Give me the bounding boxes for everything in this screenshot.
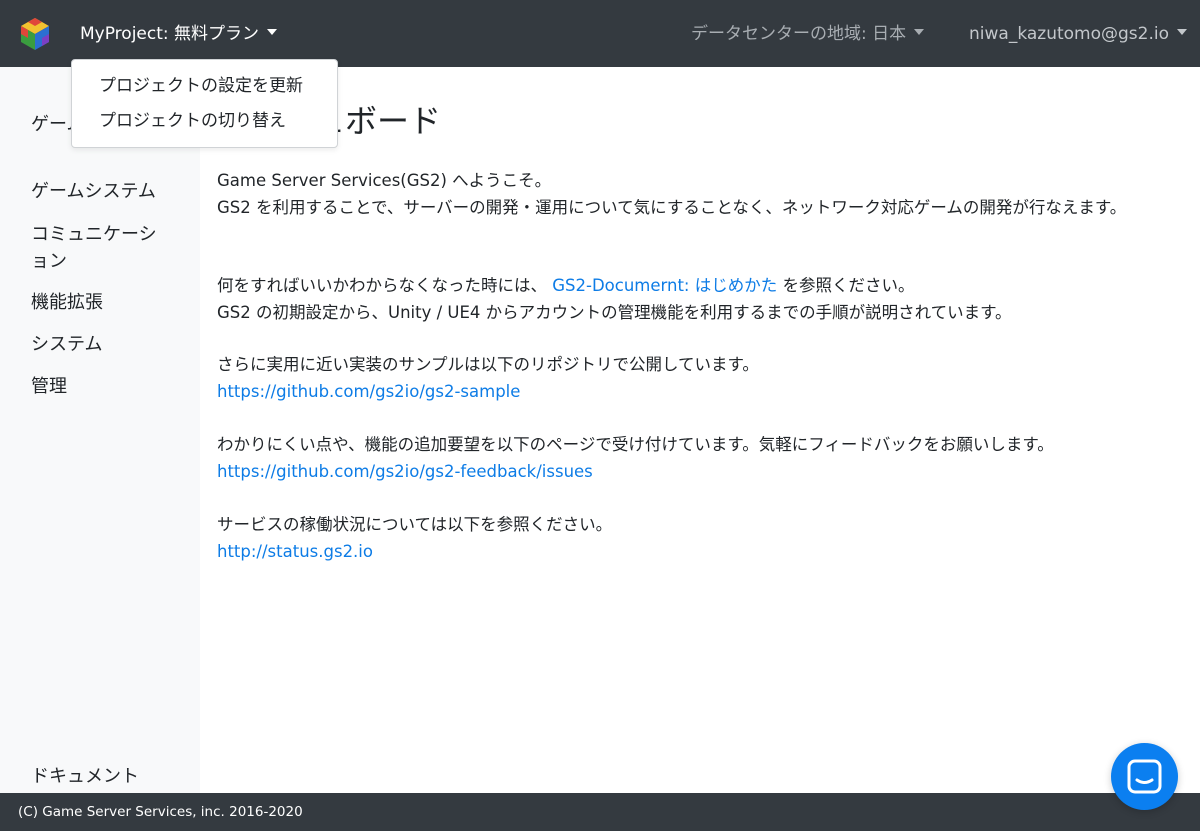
feedback-paragraph: わかりにくい点や、機能の追加要望を以下のページで受け付けています。気軽にフィード… [217,432,1167,485]
sample-paragraph: さらに実用に近い実装のサンプルは以下のリポジトリで公開しています。 https:… [217,352,1167,405]
docs-line-2: GS2 の初期設定から、Unity / UE4 からアカウントの管理機能を利用す… [217,302,1012,322]
status-paragraph: サービスの稼働状況については以下を参照ください。 http://status.g… [217,512,1167,565]
intro-line-2: GS2 を利用することで、サーバーの開発・運用について気にすることなく、ネットワ… [217,197,1127,217]
chevron-down-icon [914,29,925,35]
intro-paragraph: Game Server Services(GS2) へようこそ。 GS2 を利用… [217,168,1167,221]
sidebar-item-documents[interactable]: ドキュメント [31,763,171,790]
sample-repo-link[interactable]: https://github.com/gs2io/gs2-sample [217,382,520,401]
project-dropdown-button[interactable]: MyProject: 無料プラン [80,21,278,47]
top-navbar: MyProject: 無料プラン データセンターの地域: 日本 niwa_kaz… [0,0,1200,67]
sidebar-item-game-system[interactable]: ゲームシステム [31,178,171,205]
user-dropdown-button[interactable]: niwa_kazutomo@gs2.io [969,21,1187,47]
cube-logo-icon[interactable] [17,16,53,52]
region-label: データセンターの地域: 日本 [691,24,907,44]
chevron-down-icon [267,29,278,35]
docs-paragraph: 何をすればいいかわからなくなった時には、 GS2-Documernt: はじめか… [217,273,1167,326]
project-label: MyProject: 無料プラン [80,24,260,44]
feedback-text: わかりにくい点や、機能の追加要望を以下のページで受け付けています。気軽にフィード… [217,435,1054,454]
sidebar-item-communication[interactable]: コミュニケーション [31,221,171,275]
status-page-link[interactable]: http://status.gs2.io [217,542,373,561]
project-dropdown-menu: プロジェクトの設定を更新 プロジェクトの切り替え [71,59,338,148]
feedback-issues-link[interactable]: https://github.com/gs2io/gs2-feedback/is… [217,462,593,481]
chat-launcher-button[interactable] [1111,743,1178,810]
sidebar-item-system[interactable]: システム [31,331,171,358]
docs-getting-started-link[interactable]: GS2-Documernt: はじめかた [552,276,777,295]
menu-item-update-project-settings[interactable]: プロジェクトの設定を更新 [99,73,303,99]
region-dropdown-button[interactable]: データセンターの地域: 日本 [691,21,925,47]
chat-bubble-icon [1127,759,1162,794]
docs-line-1: 何をすればいいかわからなくなった時には、 GS2-Documernt: はじめか… [217,273,1167,300]
sample-text: さらに実用に近い実装のサンプルは以下のリポジトリで公開しています。 [217,355,759,374]
user-label: niwa_kazutomo@gs2.io [969,24,1169,44]
menu-item-switch-project[interactable]: プロジェクトの切り替え [99,108,286,134]
footer: (C) Game Server Services, inc. 2016-2020 [0,793,1200,831]
chevron-down-icon [1177,29,1187,35]
sidebar-item-extension[interactable]: 機能拡張 [31,289,171,316]
status-text: サービスの稼働状況については以下を参照ください。 [217,515,613,534]
sidebar-item-management[interactable]: 管理 [31,373,171,400]
intro-line-1: Game Server Services(GS2) へようこそ。 [217,171,552,190]
docs-text-after: を参照ください。 [782,276,915,295]
docs-text-before: 何をすればいいかわからなくなった時には、 [217,276,547,295]
footer-copyright: (C) Game Server Services, inc. 2016-2020 [18,804,303,820]
sidebar: ゲームサーバー ゲームシステム コミュニケーション 機能拡張 システム 管理 ド… [0,67,200,793]
